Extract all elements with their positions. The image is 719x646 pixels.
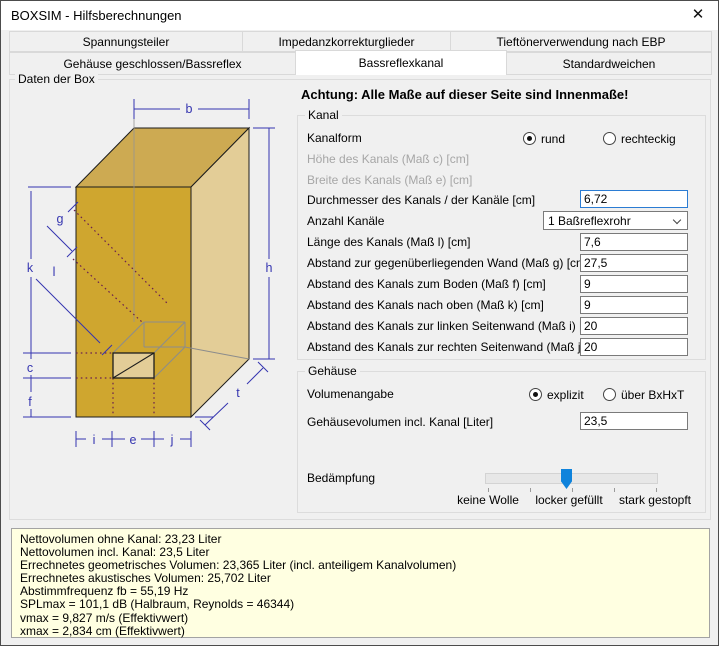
radio-rund[interactable] (523, 132, 536, 145)
radio-rechteckig-label: rechteckig (621, 132, 676, 146)
dialog-window: BOXSIM - Hilfsberechnungen ✕ Spannungste… (0, 0, 719, 646)
slider-tick (530, 488, 531, 492)
gehaeuse-group-label: Gehäuse (305, 364, 360, 378)
tab-tieftoenerverwendung[interactable]: Tieftönerverwendung nach EBP (450, 31, 712, 52)
volumen-input[interactable] (580, 412, 688, 430)
slider-tick (614, 488, 615, 492)
anzahl-dropdown[interactable]: 1 Baßreflexrohr (543, 211, 688, 230)
box-diagram: b h t k c f i e j g l (23, 99, 275, 447)
slider-label-stark-gestopft: stark gestopft (618, 493, 692, 507)
radio-ueber-bxhxt-label: über BxHxT (621, 388, 685, 402)
dim-j: j (170, 433, 174, 447)
dim-i: i (93, 433, 96, 447)
result-line: vmax = 9,827 m/s (Effektivwert) (20, 610, 189, 625)
radio-dot (527, 136, 532, 141)
radio-explizit-label: explizit (547, 388, 584, 402)
dim-k: k (27, 261, 34, 275)
wand-label: Abstand zur gegenüberliegenden Wand (Maß… (307, 256, 590, 270)
durchmesser-input[interactable] (580, 190, 688, 208)
dim-b: b (186, 102, 193, 116)
durchmesser-label: Durchmesser des Kanals / der Kanäle [cm] (307, 193, 536, 207)
tab-spannungsteiler[interactable]: Spannungsteiler (9, 31, 243, 52)
dim-h: h (266, 261, 273, 275)
slider-tick (488, 488, 489, 492)
radio-explizit[interactable] (529, 388, 542, 401)
dim-g: g (57, 212, 64, 226)
kanal-group-label: Kanal (305, 108, 342, 122)
anzahl-label: Anzahl Kanäle (307, 214, 385, 228)
links-input[interactable] (580, 317, 688, 335)
inner-dimensions-warning: Achtung: Alle Maße auf dieser Seite sind… (301, 87, 629, 102)
laenge-label: Länge des Kanals (Maß l) [cm] (307, 235, 471, 249)
dim-e: e (130, 433, 137, 447)
daten-der-box-label: Daten der Box (15, 72, 98, 86)
results-panel: Nettovolumen ohne Kanal: 23,23 Liter Net… (11, 528, 710, 638)
volumenangabe-label: Volumenangabe (307, 387, 394, 401)
radio-dot (533, 392, 538, 397)
chevron-down-icon (672, 215, 682, 225)
dim-l: l (53, 265, 56, 279)
tab-impedanzkorrekturglieder[interactable]: Impedanzkorrekturglieder (242, 31, 451, 52)
radio-rechteckig[interactable] (603, 132, 616, 145)
oben-input[interactable] (580, 296, 688, 314)
dim-c: c (27, 361, 33, 375)
oben-label: Abstand des Kanals nach oben (Maß k) [cm… (307, 298, 544, 312)
result-line: SPLmax = 101,1 dB (Halbraum, Reynolds = … (20, 597, 295, 612)
wand-input[interactable] (580, 254, 688, 272)
tab-standardweichen[interactable]: Standardweichen (506, 52, 712, 75)
bedaempfung-label: Bedämpfung (307, 471, 376, 485)
anzahl-dropdown-value: 1 Baßreflexrohr (548, 214, 631, 228)
radio-ueber-bxhxt[interactable] (603, 388, 616, 401)
hoehe-label: Höhe des Kanals (Maß c) [cm] (307, 152, 470, 166)
box-front-face (75, 186, 192, 418)
rechts-label: Abstand des Kanals zur rechten Seitenwan… (307, 340, 611, 354)
boden-label: Abstand des Kanals zum Boden (Maß f) [cm… (307, 277, 546, 291)
window-title: BOXSIM - Hilfsberechnungen (11, 8, 182, 23)
links-label: Abstand des Kanals zur linken Seitenwand… (307, 319, 602, 333)
tab-bassreflexkanal[interactable]: Bassreflexkanal (295, 50, 507, 75)
result-line: xmax = 2,834 cm (Effektivwert) (20, 623, 185, 638)
slider-tick (656, 488, 657, 492)
titlebar[interactable]: BOXSIM - Hilfsberechnungen ✕ (1, 1, 718, 30)
dim-t: t (236, 386, 240, 400)
close-icon[interactable]: ✕ (686, 3, 710, 27)
radio-rund-label: rund (541, 132, 566, 146)
slider-tick (572, 488, 573, 492)
laenge-input[interactable] (580, 233, 688, 251)
kanalform-label: Kanalform (307, 131, 362, 145)
breite-label: Breite des Kanals (Maß e) [cm] (307, 173, 473, 187)
boden-input[interactable] (580, 275, 688, 293)
rechts-input[interactable] (580, 338, 688, 356)
slider-label-keine-wolle: keine Wolle (457, 493, 519, 507)
slider-label-locker-gefuellt: locker gefüllt (535, 493, 603, 507)
dim-f: f (28, 395, 32, 409)
volumen-label: Gehäusevolumen incl. Kanal [Liter] (307, 415, 494, 429)
